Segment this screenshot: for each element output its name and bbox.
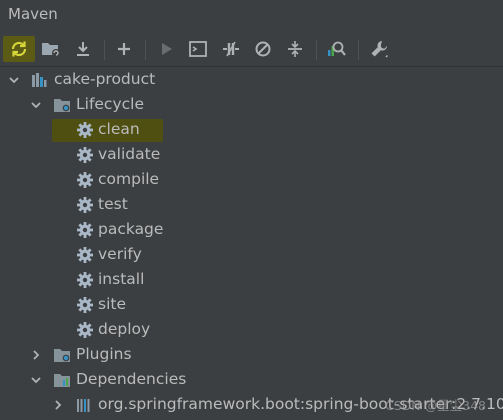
- gear-icon: [77, 147, 93, 163]
- tool-window-title: Maven: [8, 5, 58, 23]
- gear-icon: [77, 272, 93, 288]
- skip-tests-icon[interactable]: [251, 37, 275, 61]
- execute-goal-icon[interactable]: [186, 37, 210, 61]
- goal-label: compile: [98, 170, 160, 188]
- goal-label: verify: [98, 245, 142, 263]
- plugins-folder-icon: [54, 349, 70, 362]
- lifecycle-goal-compile[interactable]: compile: [0, 168, 503, 193]
- lifecycle-goal-test[interactable]: test: [0, 193, 503, 218]
- chevron-down-icon[interactable]: [29, 373, 43, 387]
- lifecycle-label: Lifecycle: [76, 95, 144, 113]
- gear-icon: [77, 122, 93, 138]
- goal-label: test: [98, 195, 128, 213]
- add-project-icon[interactable]: [39, 37, 63, 61]
- lifecycle-goal-validate[interactable]: validate: [0, 143, 503, 168]
- tree-node-lifecycle[interactable]: Lifecycle: [0, 93, 503, 118]
- watermark: CSDN @星尘348: [385, 398, 486, 413]
- lifecycle-goal-site[interactable]: site: [0, 293, 503, 318]
- library-icon: [77, 399, 90, 412]
- goal-label: install: [98, 270, 145, 288]
- goal-label: validate: [98, 145, 161, 163]
- collapse-all-icon[interactable]: [283, 37, 307, 61]
- toolbar-separator: [145, 40, 146, 60]
- goal-label: deploy: [98, 320, 151, 338]
- run-icon[interactable]: [154, 37, 178, 61]
- chevron-right-icon[interactable]: [29, 348, 43, 362]
- maven-projects-tree: cake-product Lifecycle clean validate co…: [0, 67, 503, 420]
- tree-node-plugins[interactable]: Plugins: [0, 343, 503, 368]
- goal-label: package: [98, 220, 164, 238]
- tree-node-dependencies[interactable]: Dependencies: [0, 368, 503, 393]
- toggle-offline-icon[interactable]: [219, 37, 243, 61]
- gear-icon: [77, 322, 93, 338]
- gear-icon: [77, 197, 93, 213]
- lifecycle-goal-deploy[interactable]: deploy: [0, 318, 503, 343]
- maven-project-icon: [32, 73, 47, 87]
- plugins-label: Plugins: [76, 345, 132, 363]
- reload-all-icon[interactable]: [7, 37, 31, 61]
- gear-icon: [77, 222, 93, 238]
- goal-label: clean: [98, 120, 140, 138]
- settings-wrench-icon[interactable]: [367, 37, 391, 61]
- toolbar-separator: [104, 40, 105, 60]
- project-label: cake-product: [54, 70, 156, 88]
- maven-tool-window: Maven cake-product Lifecycle clean valid…: [0, 0, 503, 420]
- download-icon[interactable]: [71, 37, 95, 61]
- analyze-dependencies-icon[interactable]: [324, 37, 348, 61]
- gear-icon: [77, 297, 93, 313]
- gear-icon: [77, 172, 93, 188]
- lifecycle-goal-clean[interactable]: clean: [0, 118, 503, 143]
- chevron-right-icon[interactable]: [51, 398, 65, 412]
- lifecycle-folder-icon: [54, 99, 70, 112]
- dependencies-label: Dependencies: [76, 370, 187, 388]
- lifecycle-goal-install[interactable]: install: [0, 268, 503, 293]
- gear-icon: [77, 247, 93, 263]
- dependencies-folder-icon: [54, 374, 70, 387]
- toolbar-separator: [358, 40, 359, 60]
- chevron-down-icon[interactable]: [29, 98, 43, 112]
- tree-node-project[interactable]: cake-product: [0, 68, 503, 93]
- goal-label: site: [98, 295, 126, 313]
- chevron-down-icon[interactable]: [7, 73, 21, 87]
- lifecycle-goal-package[interactable]: package: [0, 218, 503, 243]
- plus-icon[interactable]: [112, 37, 136, 61]
- maven-toolbar: [0, 33, 503, 67]
- lifecycle-goal-verify[interactable]: verify: [0, 243, 503, 268]
- toolbar-separator: [316, 40, 317, 60]
